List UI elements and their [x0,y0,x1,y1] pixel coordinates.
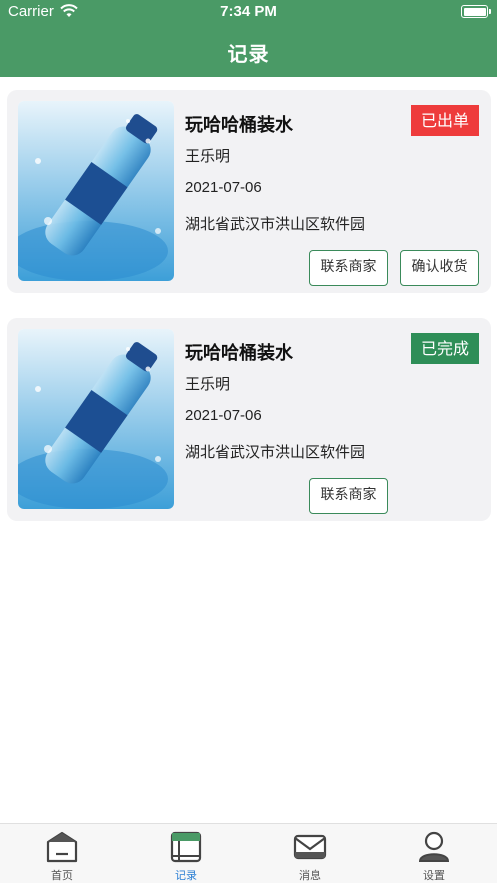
tab-label: 消息 [299,869,321,882]
tab-settings[interactable]: 设置 [372,824,496,883]
battery-icon [461,5,491,18]
customer-name: 王乐明 [185,147,231,165]
tab-label: 设置 [423,869,445,882]
page-title: 记录 [227,42,270,66]
order-card[interactable]: 玩哈哈桶装水 王乐明 2021-07-06 湖北省武汉市洪山区软件园 已出单 联… [7,90,491,293]
records-screen: Carrier 7:34 PM 记录 玩哈哈桶装水 王乐明 2021-07-06… [0,0,497,883]
customer-name: 王乐明 [185,375,231,393]
contact-merchant-button[interactable]: 联系商家 [309,250,388,286]
records-icon [170,831,202,863]
delivery-address: 湖北省武汉市洪山区软件园 [185,215,366,233]
order-card[interactable]: 玩哈哈桶装水 王乐明 2021-07-06 湖北省武汉市洪山区软件园 已完成 联… [7,318,491,521]
product-image [18,101,174,281]
order-date: 2021-07-06 [185,179,262,196]
delivery-address: 湖北省武汉市洪山区软件园 [185,443,366,461]
status-badge: 已出单 [410,105,479,136]
home-icon [46,831,78,863]
tab-records[interactable]: 记录 [124,824,248,883]
product-title: 玩哈哈桶装水 [185,115,293,136]
status-time: 7:34 PM [220,3,277,20]
message-icon [293,834,327,860]
product-title: 玩哈哈桶装水 [185,343,293,364]
tab-bar: 首页 记录 消息 设置 [0,823,497,883]
order-date: 2021-07-06 [185,407,262,424]
tab-label: 记录 [175,869,197,882]
header-bar: Carrier 7:34 PM 记录 [0,0,497,77]
tab-home[interactable]: 首页 [0,824,124,883]
status-bar: Carrier 7:34 PM [0,0,497,26]
confirm-receipt-button[interactable]: 确认收货 [400,250,479,286]
status-badge: 已完成 [410,333,479,364]
settings-user-icon [418,831,450,862]
contact-merchant-button[interactable]: 联系商家 [309,478,388,514]
product-image [18,329,174,509]
tab-label: 首页 [51,869,73,882]
tab-messages[interactable]: 消息 [248,824,372,883]
